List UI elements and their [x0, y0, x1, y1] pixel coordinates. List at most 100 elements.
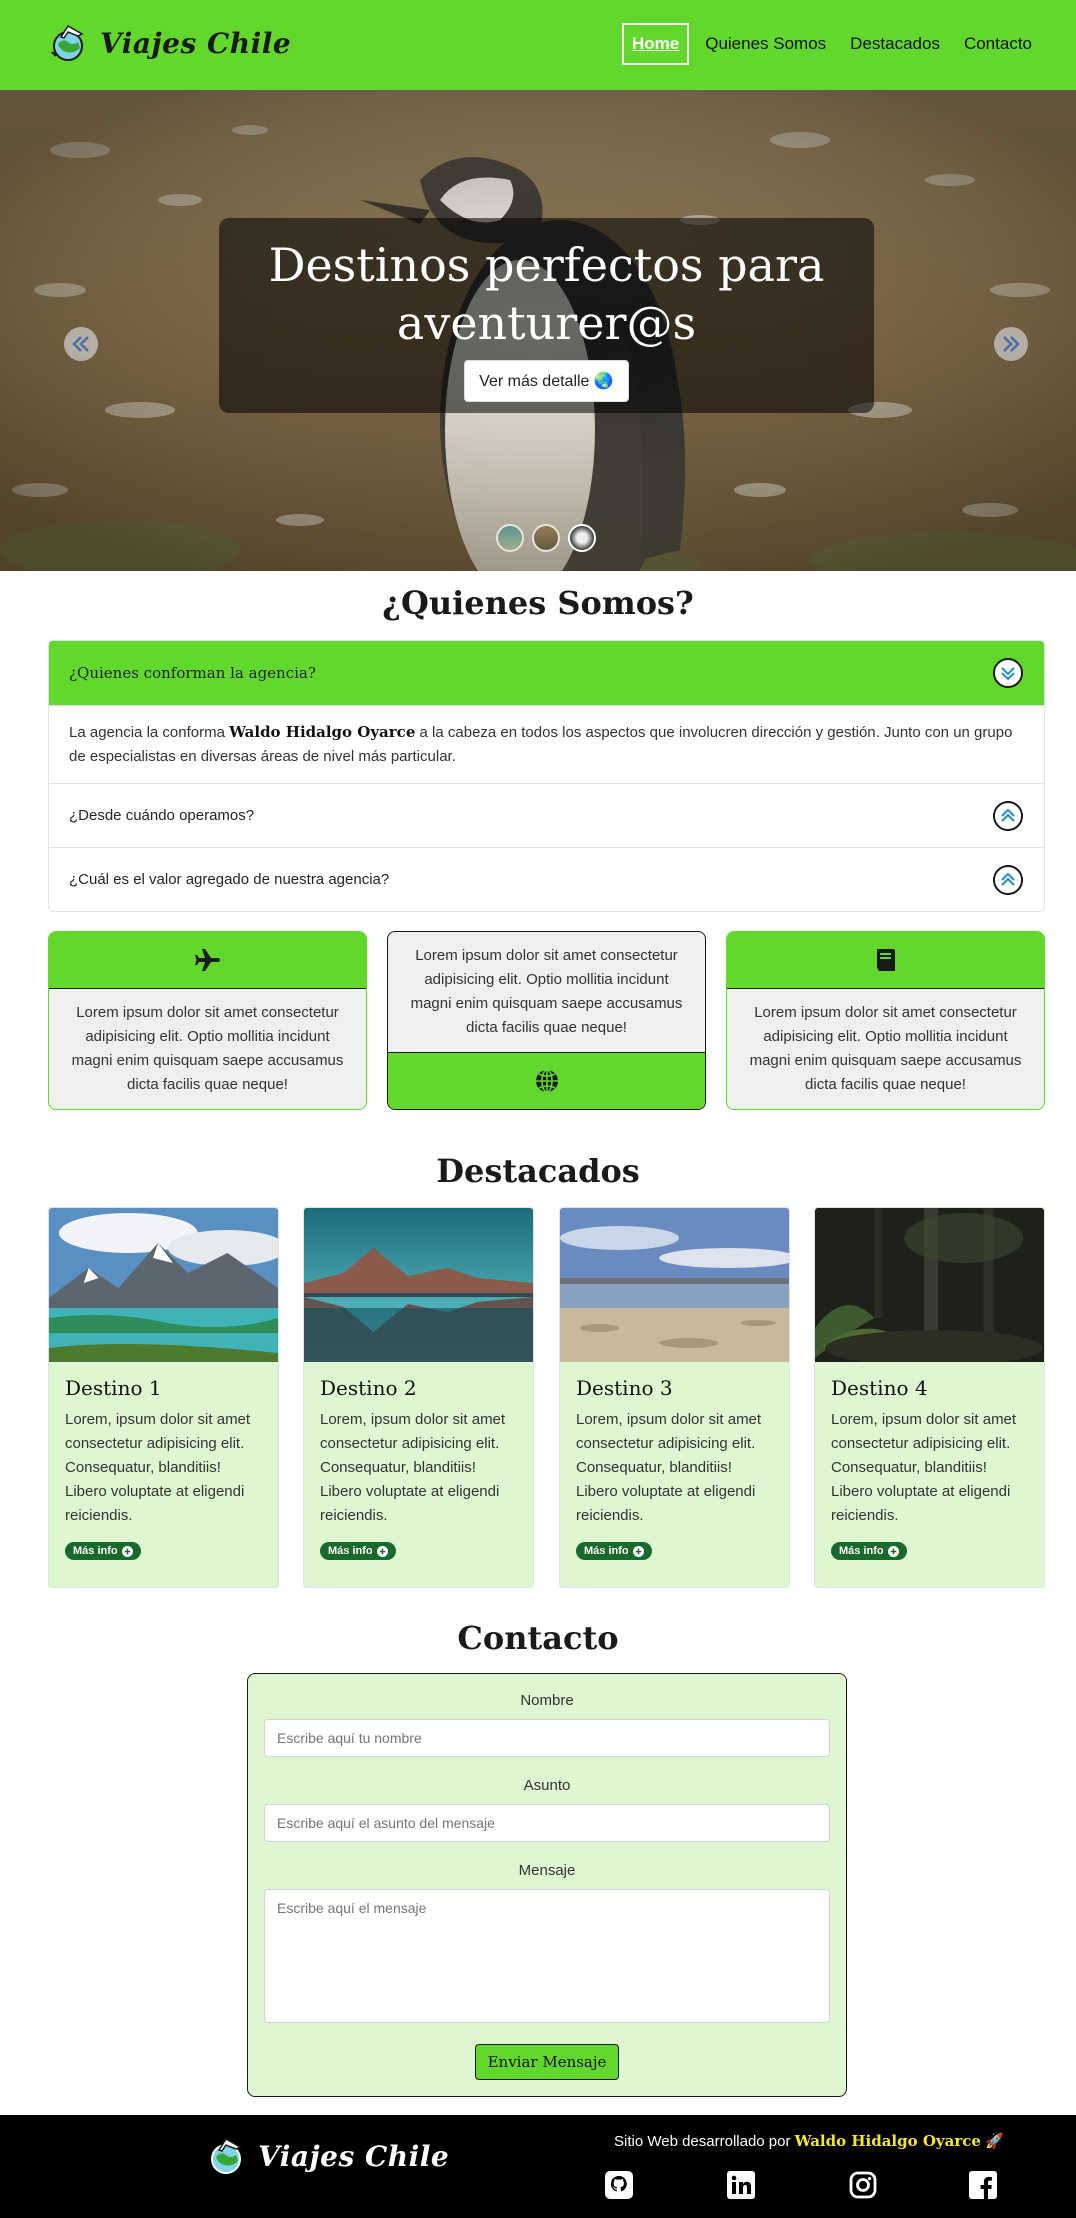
linkedin-icon[interactable]	[726, 2170, 756, 2200]
name-label: Nombre	[520, 1692, 574, 1709]
torres-del-paine-image	[49, 1208, 278, 1362]
destination-text: Lorem, ipsum dolor sit amet consectetur …	[320, 1411, 506, 1524]
carousel-next-button[interactable]	[994, 327, 1028, 361]
chevrons-up-circle-icon	[993, 864, 1023, 895]
hero-title-line2: aventurer@s	[396, 296, 697, 350]
airplane-icon	[194, 949, 220, 971]
destination-title: Destino 4	[831, 1376, 928, 1400]
ver-mas-detalle-label: Ver más detalle	[479, 373, 590, 390]
mas-info-button[interactable]: Más info	[320, 1542, 396, 1560]
quienes-somos-title: ¿Quienes Somos?	[382, 584, 694, 622]
faq-accordion: ¿Quienes conforman la agencia? La agenci…	[48, 640, 1045, 912]
destination-text: Lorem, ipsum dolor sit amet consectetur …	[65, 1411, 251, 1524]
destination-card-3: Destino 3 Lorem, ipsum dolor sit amet co…	[559, 1207, 790, 1588]
mas-info-label: Más info	[73, 1545, 118, 1557]
carousel-indicator-2[interactable]	[532, 524, 560, 552]
facebook-icon[interactable]	[968, 2170, 998, 2200]
nav-links: Home Quienes Somos Destacados Contacto	[621, 23, 1040, 65]
forest-image	[815, 1208, 1044, 1362]
destination-card-4: Destino 4 Lorem, ipsum dolor sit amet co…	[814, 1207, 1045, 1588]
mas-info-button[interactable]: Más info	[576, 1542, 652, 1560]
feature-icon-box	[727, 932, 1044, 989]
plus-circle-icon	[376, 1545, 388, 1557]
destination-card-body: Destino 2 Lorem, ipsum dolor sit amet co…	[304, 1362, 533, 1574]
footer-brand[interactable]: Viajes Chile	[206, 2135, 449, 2177]
destacados-title: Destacados	[436, 1152, 640, 1190]
brand[interactable]: Viajes Chile	[48, 22, 291, 64]
plus-circle-icon	[887, 1545, 899, 1557]
accordion-item-3-title: ¿Cuál es el valor agregado de nuestra ag…	[69, 871, 390, 888]
contact-form: Nombre Asunto Mensaje Enviar Mensaje	[247, 1673, 847, 2097]
destination-card-body: Destino 4 Lorem, ipsum dolor sit amet co…	[815, 1362, 1044, 1574]
globe-icon	[535, 1069, 558, 1093]
lake-mountains-image	[304, 1208, 533, 1362]
credit-author: Waldo Hidalgo Oyarce	[794, 2132, 981, 2150]
destination-title: Destino 1	[65, 1376, 162, 1400]
accordion-item-2-title: ¿Desde cuándo operamos?	[69, 807, 255, 824]
feature-text: Lorem ipsum dolor sit amet consectetur a…	[410, 947, 683, 1036]
message-textarea[interactable]	[264, 1889, 830, 2023]
mas-info-button[interactable]: Más info	[831, 1542, 907, 1560]
accordion-item-1-title: ¿Quienes conforman la agencia?	[69, 664, 316, 682]
accordion-item-1-body: La agencia la conforma Waldo Hidalgo Oya…	[49, 705, 1044, 783]
chevrons-down-circle-icon	[993, 658, 1023, 688]
brand-name: Viajes Chile	[100, 26, 292, 60]
answer-prefix: La agencia la conforma	[69, 724, 230, 741]
hero-caption: Destinos perfectos para aventurer@s Ver …	[219, 218, 874, 413]
footer-brand-name: Viajes Chile	[258, 2139, 450, 2173]
subject-input[interactable]	[264, 1804, 830, 1842]
feature-icon-box	[388, 1052, 705, 1109]
contacto-title: Contacto	[457, 1619, 619, 1657]
carousel-indicator-1[interactable]	[496, 524, 524, 552]
plus-circle-icon	[632, 1545, 644, 1557]
subject-label: Asunto	[523, 1777, 571, 1794]
destination-title: Destino 2	[320, 1376, 417, 1400]
accordion-item-3-header[interactable]: ¿Cuál es el valor agregado de nuestra ag…	[49, 847, 1044, 911]
carousel-prev-button[interactable]	[64, 327, 98, 361]
travel-globe-logo-icon	[51, 24, 84, 61]
mas-info-label: Más info	[584, 1545, 629, 1557]
chevrons-up-circle-icon	[993, 800, 1023, 831]
accordion-item-1-header[interactable]: ¿Quienes conforman la agencia?	[49, 641, 1044, 705]
destination-text: Lorem, ipsum dolor sit amet consectetur …	[831, 1411, 1017, 1524]
navbar: Viajes Chile Home Quienes Somos Destacad…	[0, 0, 1076, 90]
ver-mas-detalle-button[interactable]: Ver más detalle 🌏	[464, 360, 629, 402]
travel-globe-logo-icon	[211, 2137, 242, 2174]
accordion-item-2-header[interactable]: ¿Desde cuándo operamos?	[49, 783, 1044, 847]
hero-title: Destinos perfectos para aventurer@s	[219, 236, 874, 352]
plus-circle-icon	[121, 1545, 133, 1557]
github-icon[interactable]	[604, 2170, 634, 2200]
send-message-button[interactable]: Enviar Mensaje	[474, 2044, 620, 2080]
mas-info-label: Más info	[328, 1545, 373, 1557]
destination-card-body: Destino 3 Lorem, ipsum dolor sit amet co…	[560, 1362, 789, 1574]
mas-info-label: Más info	[839, 1545, 884, 1557]
name-input[interactable]	[264, 1719, 830, 1757]
mas-info-button[interactable]: Más info	[65, 1542, 141, 1560]
hero-title-line1: Destinos perfectos para	[268, 238, 825, 292]
message-label: Mensaje	[518, 1862, 576, 1879]
hero-carousel: Destinos perfectos para aventurer@s Ver …	[0, 90, 1076, 571]
nav-link-home[interactable]: Home	[621, 23, 690, 65]
globe-emoji-icon: 🌏	[593, 373, 614, 390]
destination-text: Lorem, ipsum dolor sit amet consectetur …	[576, 1411, 762, 1524]
answer-name: Waldo Hidalgo Oyarce	[229, 723, 416, 741]
feature-card-1: Lorem ipsum dolor sit amet consectetur a…	[48, 931, 367, 1110]
destination-card-body: Destino 1 Lorem, ipsum dolor sit amet co…	[49, 1362, 278, 1574]
feature-icon-box	[49, 932, 366, 989]
carousel-indicators	[496, 524, 596, 552]
nav-link-contacto[interactable]: Contacto	[956, 24, 1040, 64]
footer: Viajes Chile Sitio Web desarrollado por …	[0, 2115, 1076, 2218]
destination-card-1: Destino 1 Lorem, ipsum dolor sit amet co…	[48, 1207, 279, 1588]
feature-text: Lorem ipsum dolor sit amet consectetur a…	[71, 1004, 344, 1093]
feature-card-3: Lorem ipsum dolor sit amet consectetur a…	[726, 931, 1045, 1110]
salt-flat-image	[560, 1208, 789, 1362]
nav-link-destacados[interactable]: Destacados	[842, 24, 948, 64]
carousel-indicator-3[interactable]	[568, 524, 596, 552]
nav-link-quienes-somos[interactable]: Quienes Somos	[697, 24, 834, 64]
feature-card-2: Lorem ipsum dolor sit amet consectetur a…	[387, 931, 706, 1110]
chevrons-right-icon	[1003, 336, 1020, 352]
credit-prefix: Sitio Web desarrollado por	[614, 2133, 795, 2150]
instagram-icon[interactable]	[848, 2170, 878, 2200]
destination-card-2: Destino 2 Lorem, ipsum dolor sit amet co…	[303, 1207, 534, 1588]
feature-text: Lorem ipsum dolor sit amet consectetur a…	[749, 1004, 1022, 1093]
